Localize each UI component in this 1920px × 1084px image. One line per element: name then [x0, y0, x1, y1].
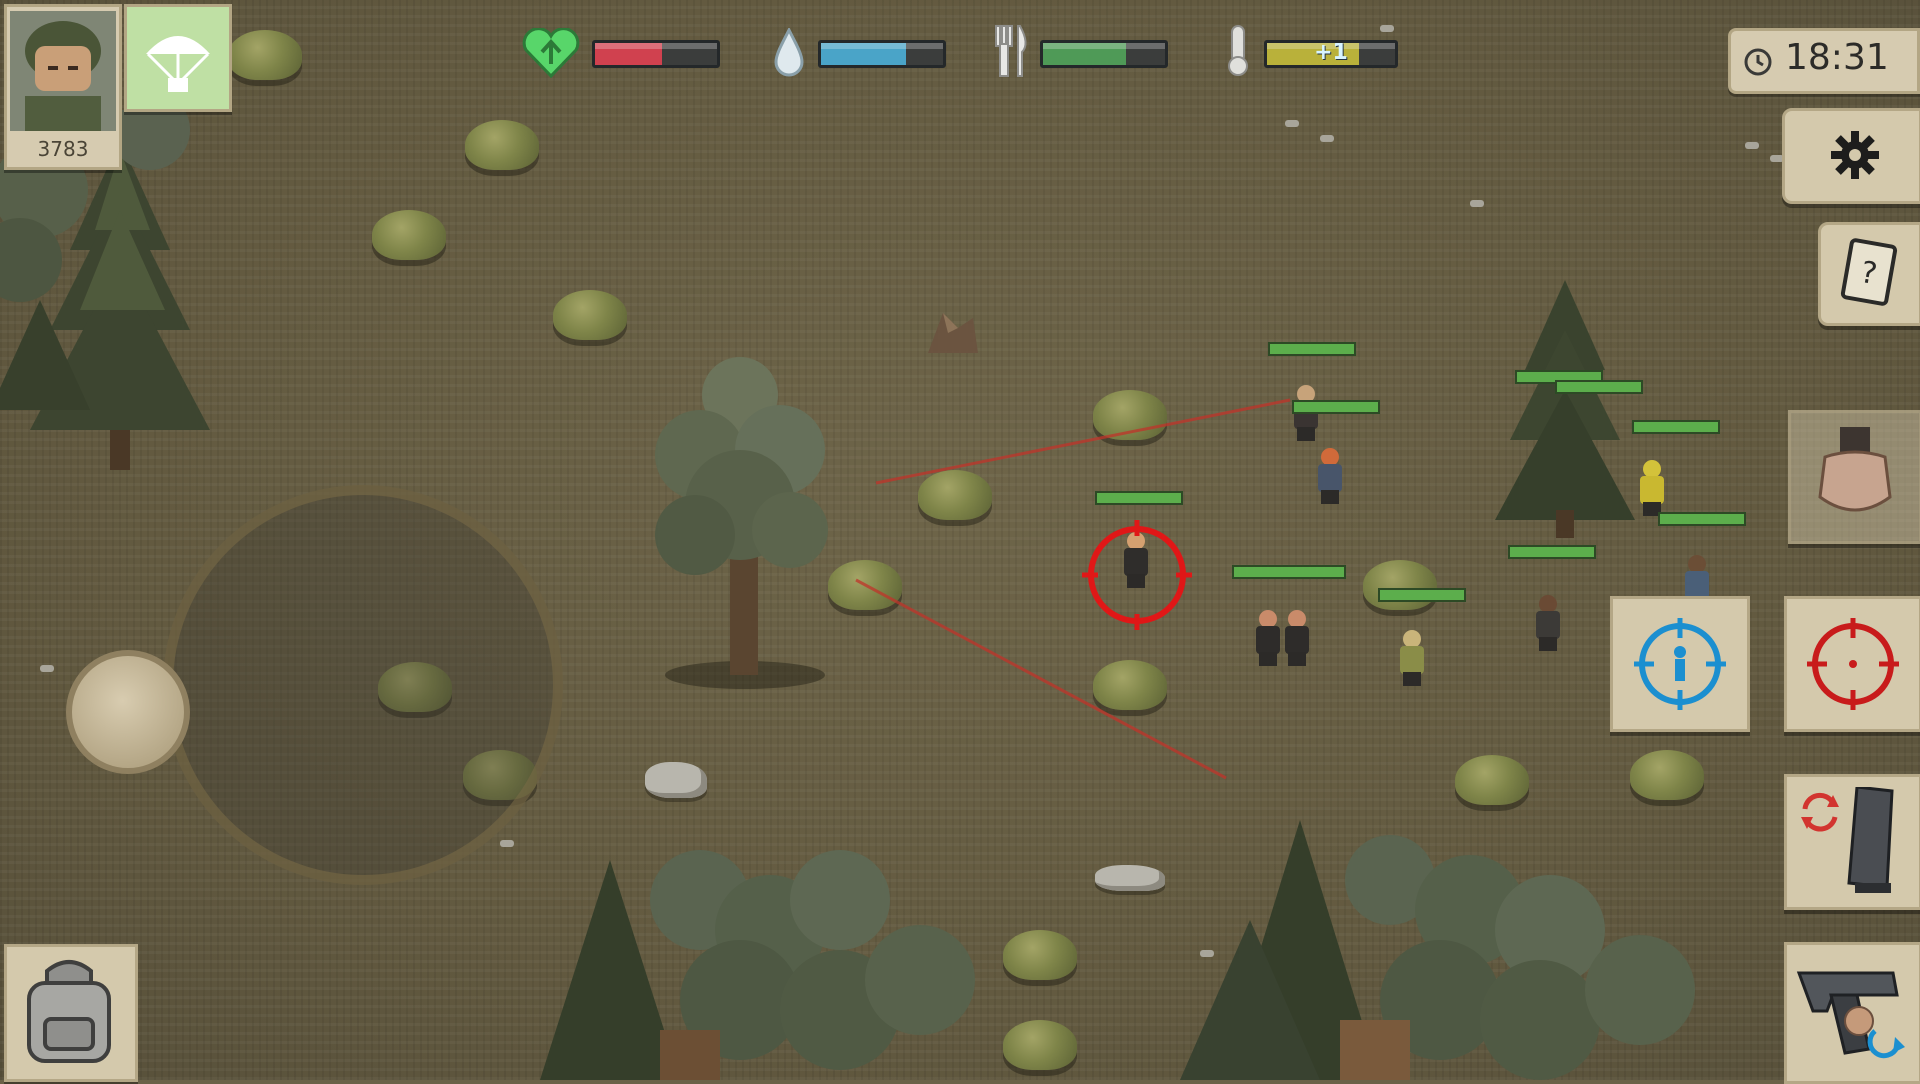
hunger-bar — [1040, 40, 1168, 68]
soldier-portrait-icon — [10, 11, 116, 131]
health-stat — [522, 28, 722, 78]
enemy-health-bar — [1555, 380, 1643, 394]
melee-attack-button[interactable] — [1788, 410, 1920, 544]
virtual-joystick[interactable] — [163, 485, 563, 885]
thirst-stat — [768, 28, 948, 77]
inventory-button[interactable] — [4, 944, 138, 1082]
enemy-target-icon — [1807, 618, 1899, 710]
target-crosshair — [1082, 520, 1192, 630]
parachute-icon — [146, 36, 210, 92]
temperature-bar: +1 — [1264, 40, 1398, 68]
enemy-health-bar — [1632, 420, 1720, 434]
enemy-health-bar — [1292, 400, 1380, 414]
settings-button[interactable] — [1782, 108, 1920, 204]
hunger-stat — [990, 25, 1170, 77]
water-drop-icon — [774, 28, 804, 77]
backpack-icon — [27, 960, 111, 1063]
friendly-target-icon — [1634, 618, 1726, 710]
thermometer-icon — [1228, 25, 1248, 76]
zombie[interactable] — [1285, 610, 1309, 666]
player-score: 3783 — [37, 137, 89, 161]
weapon-swap-button[interactable] — [1784, 942, 1920, 1084]
thirst-bar — [818, 40, 946, 68]
journal-icon: ? — [1840, 238, 1898, 306]
enemy-health-bar — [1232, 565, 1346, 579]
enemy-health-bar — [1095, 491, 1183, 505]
gear-icon — [1831, 131, 1879, 179]
enemy-health-bar — [1508, 545, 1596, 559]
zombie[interactable] — [1318, 448, 1342, 504]
player-portrait[interactable]: 3783 — [4, 4, 122, 170]
pistol-icon — [1796, 971, 1905, 1059]
zombie[interactable] — [1400, 630, 1424, 686]
clock-time: 18:31 — [1785, 37, 1889, 78]
reload-button[interactable] — [1784, 774, 1920, 910]
clock-icon — [1744, 48, 1772, 76]
fist-icon — [1818, 427, 1892, 512]
heart-icon — [522, 28, 580, 78]
clock-panel: 18:31 — [1728, 28, 1920, 94]
joystick-thumb[interactable] — [66, 650, 190, 774]
temperature-modifier: +1 — [1314, 40, 1348, 65]
journal-button[interactable]: ? — [1818, 222, 1920, 326]
target-enemy-button[interactable] — [1784, 596, 1920, 732]
airdrop-button[interactable] — [124, 4, 232, 112]
health-bar — [592, 40, 720, 68]
enemy-health-bar — [1268, 342, 1356, 356]
zombie[interactable] — [1536, 595, 1560, 651]
fork-knife-icon — [995, 25, 1027, 77]
enemy-health-bar — [1658, 512, 1746, 526]
target-friendly-button[interactable] — [1610, 596, 1750, 732]
temperature-stat: +1 — [1218, 25, 1398, 76]
enemy-health-bar — [1378, 588, 1466, 602]
magazine-icon — [1847, 787, 1894, 893]
zombie[interactable] — [1256, 610, 1280, 666]
zombie[interactable] — [1640, 460, 1664, 516]
